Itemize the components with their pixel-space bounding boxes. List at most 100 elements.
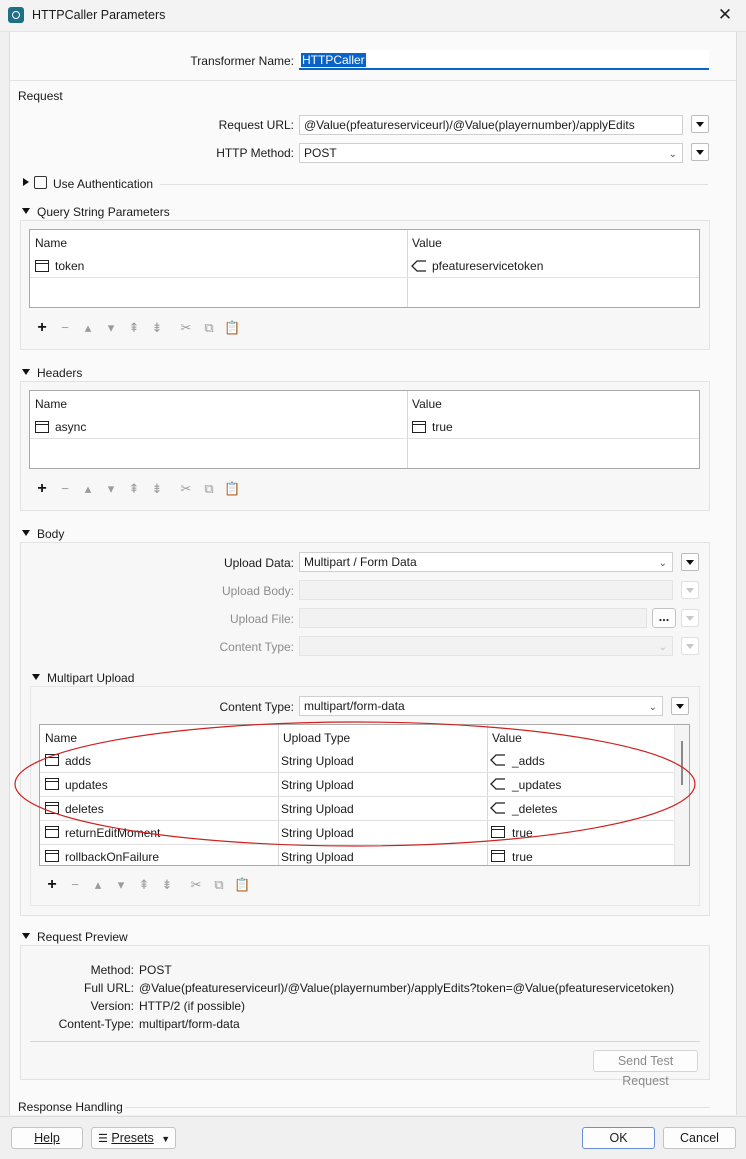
caret-down-icon: ▼ <box>161 1134 171 1144</box>
browse-file-button[interactable]: ... <box>652 608 676 628</box>
column-header-name: Name <box>35 236 68 250</box>
move-bottom-icon[interactable]: ⇟ <box>159 877 175 893</box>
request-section-title: Request <box>18 89 63 103</box>
table-row-value[interactable]: true <box>432 420 453 434</box>
table-row-name[interactable]: token <box>55 259 84 273</box>
move-down-icon[interactable]: ▾ <box>113 877 129 893</box>
upload-file-menu-button[interactable] <box>681 609 699 627</box>
presets-button[interactable]: ☰ Presets ▼ <box>91 1127 176 1149</box>
copy-icon[interactable]: ⧉ <box>201 481 217 497</box>
send-test-request-button[interactable]: Send Test Request <box>593 1050 698 1088</box>
add-icon[interactable]: + <box>44 876 60 894</box>
ok-button[interactable]: OK <box>582 1127 655 1149</box>
preview-url-value: @Value(pfeatureserviceurl)/@Value(player… <box>139 981 675 995</box>
content-type-select[interactable]: ⌄ <box>299 636 673 656</box>
table-row-value[interactable]: true <box>512 850 533 864</box>
body-section-title: Body <box>37 527 65 541</box>
multipart-content-type-menu-button[interactable] <box>671 697 689 715</box>
transformer-name-input[interactable]: HTTPCaller <box>299 50 709 70</box>
remove-icon[interactable]: − <box>57 481 73 496</box>
headers-table: Name Value async true <box>29 390 700 469</box>
content-type-label: Content Type: <box>219 640 295 654</box>
column-header-value: Value <box>412 397 442 411</box>
cut-icon[interactable]: ✂ <box>178 320 194 336</box>
copy-icon[interactable]: ⧉ <box>211 877 227 893</box>
column-divider <box>407 230 408 307</box>
paste-icon[interactable]: 📋 <box>224 481 240 497</box>
collapse-icon[interactable] <box>22 369 30 375</box>
query-string-toolbar: + − ▴ ▾ ⇞ ⇟ ✂ ⧉ 📋 <box>34 319 254 338</box>
move-up-icon[interactable]: ▴ <box>80 320 96 336</box>
move-up-icon[interactable]: ▴ <box>90 877 106 893</box>
query-string-table: Name Value token pfeatureservicetoken <box>29 229 700 308</box>
headers-section-title: Headers <box>37 366 83 380</box>
headers-toolbar: + − ▴ ▾ ⇞ ⇟ ✂ ⧉ 📋 <box>34 480 254 499</box>
collapse-icon[interactable] <box>22 530 30 536</box>
row-divider <box>30 438 699 439</box>
sliders-icon: ☰ <box>98 1133 108 1145</box>
close-icon[interactable]: ✕ <box>714 4 736 26</box>
copy-icon[interactable]: ⧉ <box>201 320 217 336</box>
paste-icon[interactable]: 📋 <box>234 877 250 893</box>
collapse-icon[interactable] <box>32 674 40 680</box>
move-top-icon[interactable]: ⇞ <box>126 320 142 336</box>
query-string-section-title: Query String Parameters <box>37 205 170 219</box>
move-top-icon[interactable]: ⇞ <box>136 877 152 893</box>
request-url-menu-button[interactable] <box>691 115 709 133</box>
use-authentication-label: Use Authentication <box>53 177 154 191</box>
upload-data-menu-button[interactable] <box>681 553 699 571</box>
divider <box>30 1041 700 1042</box>
upload-body-input[interactable] <box>299 580 673 600</box>
upload-body-menu-button[interactable] <box>681 581 699 599</box>
table-row-name[interactable]: rollbackOnFailure <box>65 850 159 864</box>
preview-content-type-value: multipart/form-data <box>139 1017 240 1031</box>
response-handling-section-title: Response Handling <box>18 1100 123 1114</box>
collapse-icon[interactable] <box>22 933 30 939</box>
multipart-content-type-value: multipart/form-data <box>304 699 405 713</box>
chevron-down-icon: ⌄ <box>668 149 677 160</box>
highlight-ellipse <box>14 721 696 847</box>
cut-icon[interactable]: ✂ <box>178 481 194 497</box>
chevron-down-icon: ⌄ <box>648 702 657 713</box>
move-bottom-icon[interactable]: ⇟ <box>149 481 165 497</box>
use-authentication-checkbox[interactable] <box>34 176 47 189</box>
text-icon <box>35 421 49 433</box>
chevron-down-icon: ⌄ <box>658 558 667 569</box>
cancel-button[interactable]: Cancel <box>663 1127 736 1149</box>
attribute-icon <box>411 260 426 272</box>
column-header-name: Name <box>35 397 68 411</box>
text-icon <box>45 850 59 862</box>
expand-right-icon[interactable] <box>23 178 29 186</box>
upload-data-select[interactable]: Multipart / Form Data ⌄ <box>299 552 673 572</box>
text-icon <box>35 260 49 272</box>
move-top-icon[interactable]: ⇞ <box>126 481 142 497</box>
preview-url-key: Full URL: <box>83 981 134 995</box>
content-type-menu-button[interactable] <box>681 637 699 655</box>
table-row-name[interactable]: async <box>55 420 86 434</box>
http-method-menu-button[interactable] <box>691 143 709 161</box>
multipart-section-title: Multipart Upload <box>47 671 135 685</box>
http-method-select[interactable]: POST ⌄ <box>299 143 683 163</box>
move-down-icon[interactable]: ▾ <box>103 481 119 497</box>
table-row-upload-type[interactable]: String Upload <box>281 850 354 864</box>
cut-icon[interactable]: ✂ <box>188 877 204 893</box>
request-url-label: Request URL: <box>218 118 294 132</box>
move-up-icon[interactable]: ▴ <box>80 481 96 497</box>
upload-file-input[interactable] <box>299 608 647 628</box>
remove-icon[interactable]: − <box>67 877 83 892</box>
multipart-content-type-select[interactable]: multipart/form-data ⌄ <box>299 696 663 716</box>
help-button[interactable]: Help <box>11 1127 83 1149</box>
request-url-input[interactable]: @Value(pfeatureserviceurl)/@Value(player… <box>299 115 683 135</box>
request-preview-section-title: Request Preview <box>37 930 128 944</box>
upload-data-label: Upload Data: <box>223 556 294 570</box>
remove-icon[interactable]: − <box>57 320 73 335</box>
move-down-icon[interactable]: ▾ <box>103 320 119 336</box>
http-method-value: POST <box>304 146 337 160</box>
add-icon[interactable]: + <box>34 319 50 337</box>
move-bottom-icon[interactable]: ⇟ <box>149 320 165 336</box>
table-row-value[interactable]: pfeatureservicetoken <box>432 259 543 273</box>
add-icon[interactable]: + <box>34 480 50 498</box>
collapse-icon[interactable] <box>22 208 30 214</box>
column-header-value: Value <box>412 236 442 250</box>
paste-icon[interactable]: 📋 <box>224 320 240 336</box>
